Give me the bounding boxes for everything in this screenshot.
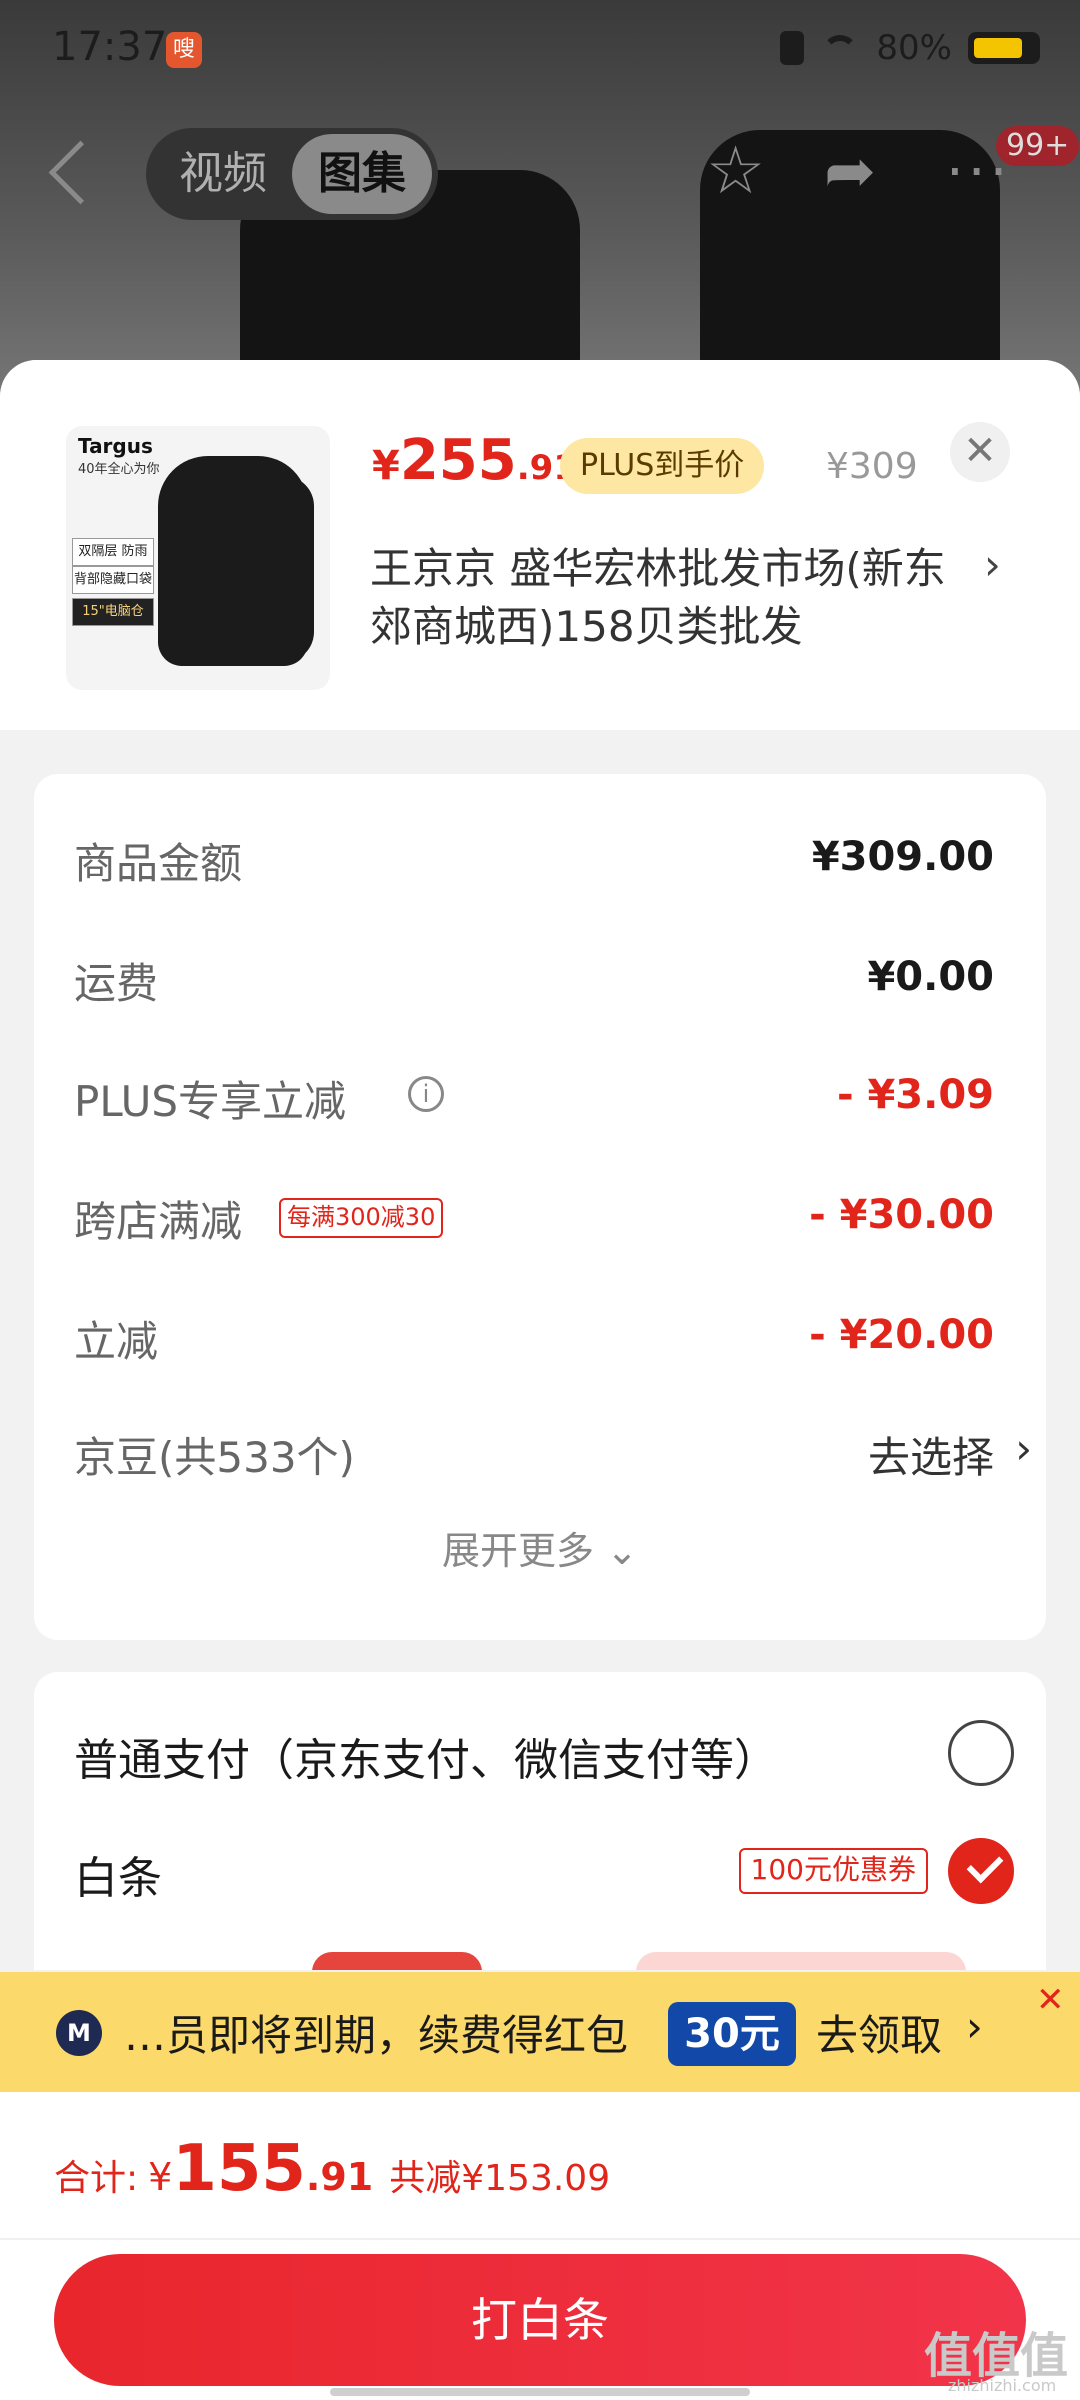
fee-value: - ¥30.00 [809,1192,994,1238]
info-icon[interactable]: i [408,1076,444,1112]
thumbnail-slogan: 40年全心为你 [78,462,160,477]
tab-video[interactable]: 视频 [158,134,288,214]
favorite-star-icon[interactable]: ☆ [706,138,765,204]
product-thumbnail[interactable]: Targus 40年全心为你 双隔层 防雨罩 背部隐藏口袋 15"电脑仓 [66,426,330,690]
checkout-footer: 合计: ¥ 155 .91 共减¥153.09 打白条 [0,2092,1080,2400]
checkout-sheet: Targus 40年全心为你 双隔层 防雨罩 背部隐藏口袋 15"电脑仓 ¥ 2… [0,360,1080,1970]
battery-percent: 80% [876,28,952,68]
close-button[interactable]: ✕ [950,422,1010,482]
thumbnail-tag: 15"电脑仓 [72,598,154,626]
back-arrow-icon[interactable] [48,140,113,205]
thumbnail-tag: 背部隐藏口袋 [72,566,154,594]
fee-label: 跨店满减 [74,1197,243,1246]
status-time: 17:37 [52,24,168,70]
price: ¥ 255 .91 [372,428,577,498]
fee-label: 京豆(共533个) [74,1433,355,1482]
payment-option-baitiao[interactable]: 白条 100元优惠券 [74,1832,1014,1912]
radio-unchecked[interactable] [948,1720,1014,1786]
payment-label: 普通支付（京东支付、微信支付等） [74,1735,778,1786]
fee-value: ¥0.00 [867,954,994,1000]
fee-label: PLUS专享立减 [74,1077,347,1126]
battery-icon [968,32,1040,64]
price-integer: 255 [399,428,517,493]
total-label: 合计: [54,2158,139,2199]
pay-button[interactable]: 打白条 [54,2254,1026,2386]
thumbnail-tag: 双隔层 防雨罩 [72,538,154,585]
status-bar: 17:37 嗖 80% [0,0,1080,100]
fee-label: 商品金额 [74,839,243,888]
fee-row-goods: 商品金额 ¥309.00 [74,830,994,890]
total-symbol: ¥ [148,2155,173,2199]
expand-more-label: 展开更多 [442,1529,595,1573]
message-count-badge: 99+ [996,126,1080,166]
membership-logo-icon: M [56,2010,102,2056]
banner-coupon: 30元 [668,2002,796,2066]
chevron-right-icon[interactable]: › [984,540,1001,589]
original-price: ¥309 [826,446,918,487]
shop-address[interactable]: 王京京 盛华宏林批发市场(新东郊商城西)158贝类批发 [370,540,970,656]
promo-tag: 每满300减30 [279,1198,444,1238]
chevron-right-icon[interactable]: › [1015,1424,1032,1473]
renewal-banner[interactable]: M …员即将到期，续费得红包 30元 去领取 › ✕ [0,1972,1080,2092]
tab-gallery[interactable]: 图集 [292,134,432,214]
installment-tag-peek [636,1952,966,1970]
installment-tag-peek [312,1952,482,1970]
fee-row-cross-store: 跨店满减 每满300减30 - ¥30.00 [74,1188,994,1248]
status-app-icon: 嗖 [166,32,202,68]
payment-label: 白条 [74,1853,162,1904]
payment-option-standard[interactable]: 普通支付（京东支付、微信支付等） [74,1714,1014,1794]
fee-breakdown-card: 商品金额 ¥309.00 运费 ¥0.00 PLUS专享立减 i - ¥3.09… [34,774,1046,1640]
home-indicator[interactable] [330,2388,750,2396]
coupon-tag: 100元优惠券 [738,1848,928,1894]
gallery-nav: 视频 图集 ☆ ➦ ··· 99+ [0,120,1080,230]
battery-fill [974,38,1022,58]
order-total: 合计: ¥ 155 .91 共减¥153.09 [54,2132,610,2206]
close-icon[interactable]: ✕ [1036,1980,1065,2020]
total-integer: 155 [172,2132,306,2206]
divider [0,2238,1080,2240]
radio-checked[interactable] [948,1838,1014,1904]
wifi-icon [820,33,860,63]
fee-value: ¥309.00 [811,834,994,880]
thumbnail-brand: Targus [78,434,153,458]
fee-row-plus-discount: PLUS专享立减 i - ¥3.09 [74,1068,994,1128]
payment-method-card: 普通支付（京东支付、微信支付等） 白条 100元优惠券 [34,1672,1046,1970]
fee-row-shipping: 运费 ¥0.00 [74,950,994,1010]
total-decimal: .91 [305,2155,374,2199]
product-summary: Targus 40年全心为你 双隔层 防雨罩 背部隐藏口袋 15"电脑仓 ¥ 2… [0,360,1080,730]
media-tabs: 视频 图集 [146,128,438,220]
sim-icon [780,31,805,65]
fee-label: 运费 [74,959,159,1008]
watermark-url: zhizhizhi.com [948,2376,1057,2395]
fee-value: - ¥3.09 [836,1072,994,1118]
price-symbol: ¥ [372,443,400,489]
fee-label: 立减 [74,1317,159,1366]
chevron-right-icon[interactable]: › [966,2002,983,2051]
thumbnail-strap [276,476,314,662]
banner-cta[interactable]: 去领取 [816,2002,942,2063]
expand-more-button[interactable]: 展开更多 ⌄ [34,1520,1046,1575]
status-right-group: 80% [780,28,1040,68]
choose-beans-link[interactable]: 去选择 [868,1424,994,1485]
chevron-down-icon: ⌄ [606,1529,638,1573]
fee-value: - ¥20.00 [809,1312,994,1358]
total-discount: 共减¥153.09 [389,2158,611,2199]
fee-row-jd-beans[interactable]: 京豆(共533个) 去选择 › [74,1424,1032,1485]
banner-text: …员即将到期，续费得红包 [124,2011,629,2060]
fee-row-instant-discount: 立减 - ¥20.00 [74,1308,994,1368]
share-icon[interactable]: ➦ [824,138,876,204]
plus-price-tag: PLUS到手价 [560,438,765,494]
